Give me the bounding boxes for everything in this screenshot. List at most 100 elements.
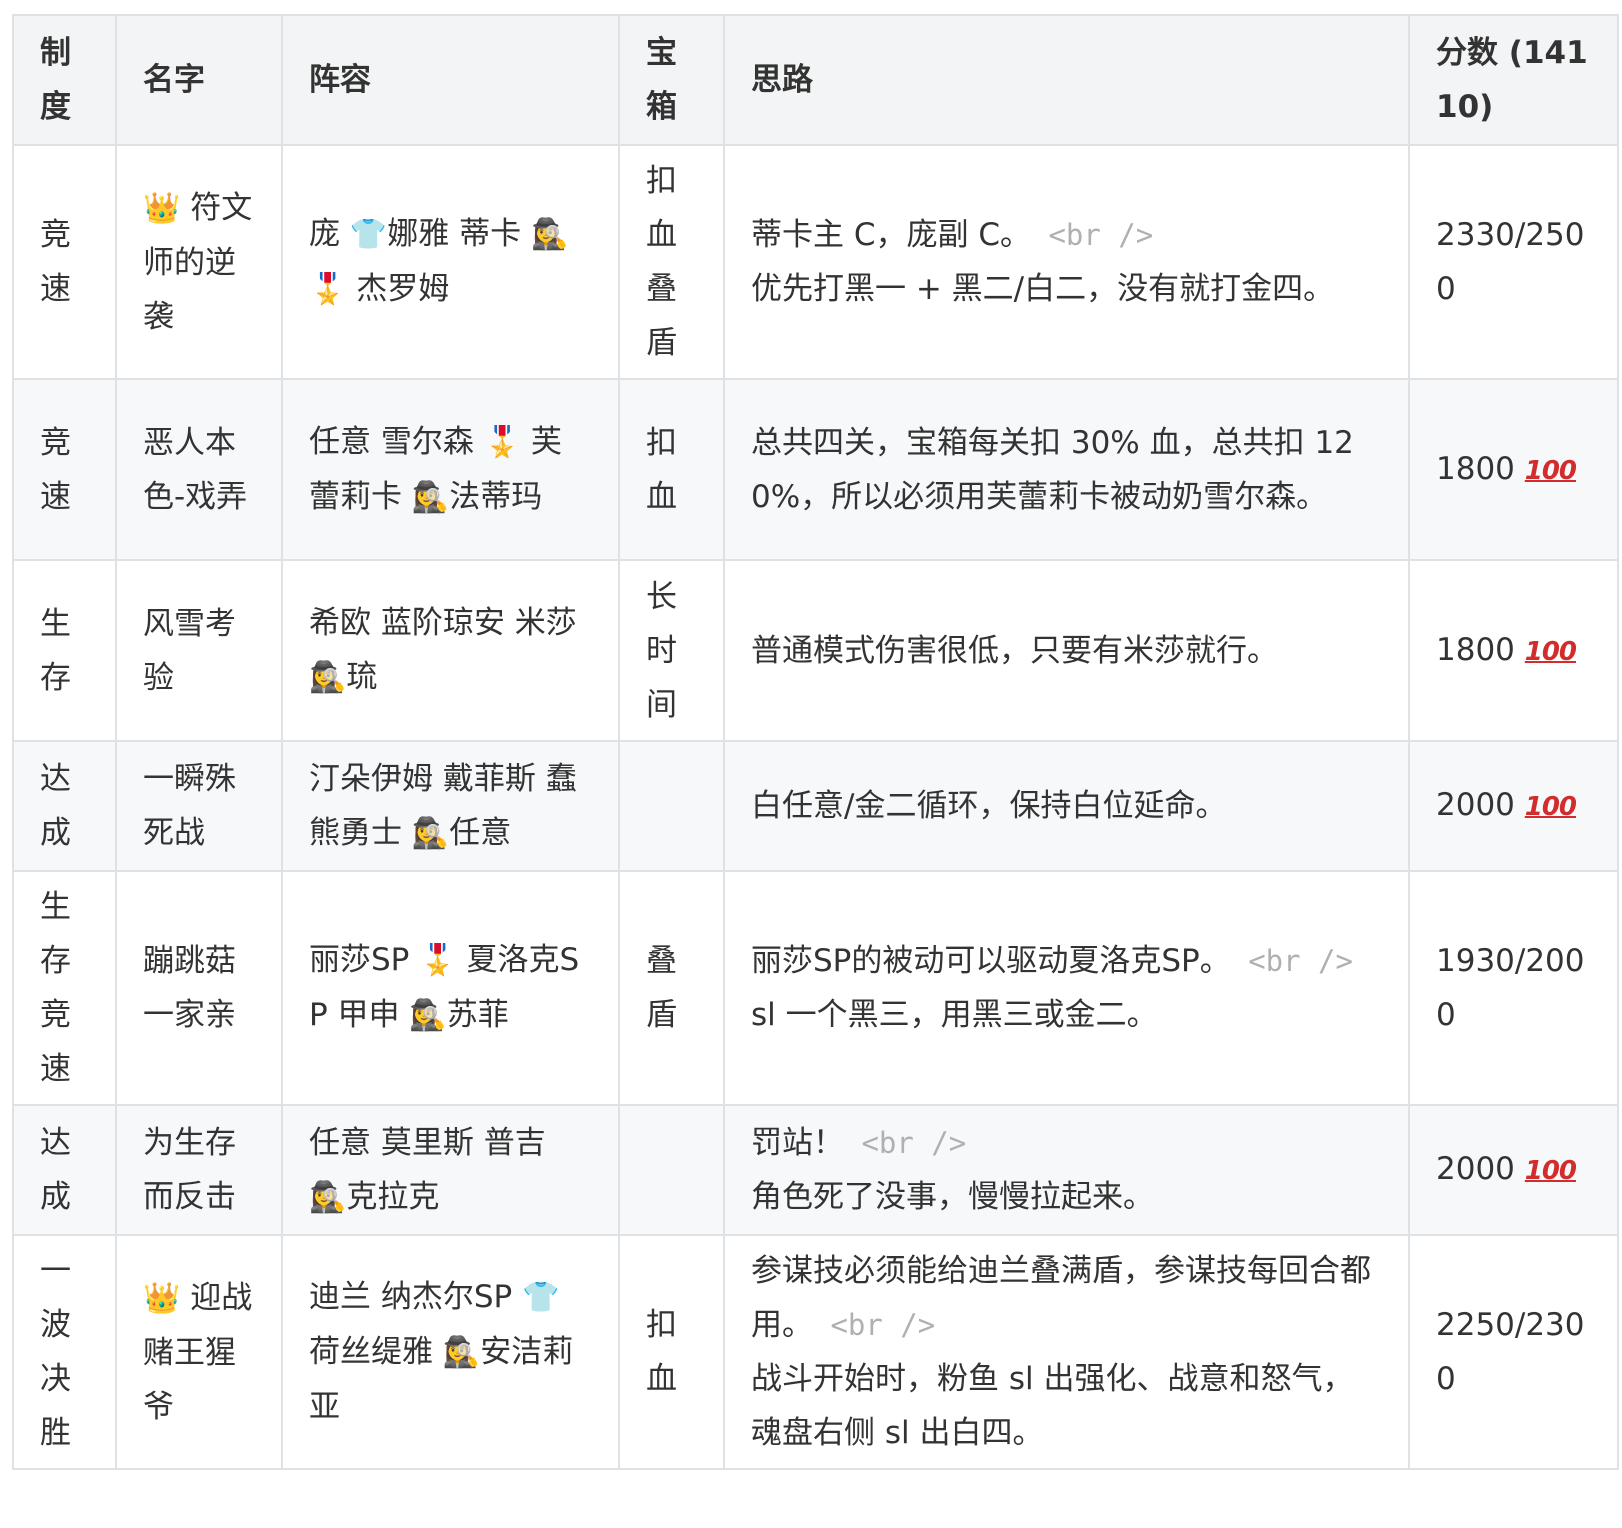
cell-system: 达成 bbox=[12, 1104, 117, 1236]
br-code-text: <br /> bbox=[844, 1126, 967, 1160]
score-value: 2330/2500 bbox=[1436, 217, 1585, 307]
cell-lineup: 丽莎SP 🎖️ 夏洛克SP 甲申 🕵️‍♀️苏菲 bbox=[281, 870, 620, 1106]
lineup-text: 法蒂玛 bbox=[449, 478, 543, 515]
table-row: 竞速 恶人本色-戏弄 任意 雪尔森 🎖️ 芙蕾莉卡 🕵️‍♀️法蒂玛 扣血 总共四关，宝… bbox=[12, 378, 1619, 561]
hundred-points-icon: 100 bbox=[1524, 1156, 1577, 1186]
cell-lineup: 庞 👕娜雅 蒂卡 🕵️‍♀️ 🎖️ 杰罗姆 bbox=[281, 144, 620, 380]
idea-line: sl 一个黑三，用黑三或金二。 bbox=[751, 997, 1158, 1033]
table-row: 达成 为生存而反击 任意 莫里斯 普吉 🕵️‍♀️克拉克 罚站！ <br /> 角色死了… bbox=[12, 1104, 1619, 1236]
cell-system: 竞速 bbox=[12, 378, 117, 561]
score-value: 2250/2300 bbox=[1436, 1307, 1585, 1397]
cell-name: 一瞬殊死战 bbox=[115, 740, 283, 872]
cell-lineup: 汀朵伊姆 戴菲斯 蠢熊勇士 🕵️‍♀️任意 bbox=[281, 740, 620, 872]
cell-idea: 总共四关，宝箱每关扣 30% 血，总共扣 120%，所以必须用芙蕾莉卡被动奶雪尔… bbox=[723, 378, 1410, 561]
lineup-text: 任意 莫里斯 普吉 bbox=[309, 1124, 546, 1161]
header-score: 分数 (14110) bbox=[1408, 14, 1619, 146]
cell-chest: 叠盾 bbox=[618, 870, 725, 1106]
cell-name: 恶人本色-戏弄 bbox=[115, 378, 283, 561]
stage-name: 蹦跳菇一家亲 bbox=[143, 943, 236, 1033]
cell-score: 2000 100 bbox=[1408, 1104, 1619, 1236]
crown-icon: 👑 bbox=[143, 190, 181, 226]
cell-lineup: 希欧 蓝阶琼安 米莎 🕵️‍♀️琉 bbox=[281, 559, 620, 742]
br-code-text: <br /> bbox=[813, 1308, 936, 1342]
detective-icon: 🕵️‍♀️ bbox=[309, 1179, 347, 1215]
score-value: 2000 bbox=[1436, 1151, 1525, 1187]
score-value: 2000 bbox=[1436, 787, 1525, 823]
lineup-text: 庞 bbox=[309, 216, 350, 252]
br-code-text: <br /> bbox=[1031, 218, 1154, 252]
lineup-text: 希欧 蓝阶琼安 米莎 bbox=[309, 605, 577, 641]
hundred-points-icon: 100 bbox=[1524, 455, 1577, 486]
cell-system: 生存竞速 bbox=[12, 870, 117, 1106]
lineup-text: 苏菲 bbox=[446, 997, 509, 1033]
cell-chest bbox=[618, 740, 725, 872]
stage-name: 一瞬殊死战 bbox=[143, 761, 236, 851]
medal-icon: 🎖️ bbox=[309, 272, 347, 307]
idea-line: 丽莎SP的被动可以驱动夏洛克SP。 bbox=[751, 943, 1231, 979]
cell-system: 生存 bbox=[12, 559, 117, 742]
cell-system: 一波决胜 bbox=[12, 1234, 117, 1470]
cell-score: 2250/2300 bbox=[1408, 1234, 1619, 1470]
table-row: 生存竞速 蹦跳菇一家亲 丽莎SP 🎖️ 夏洛克SP 甲申 🕵️‍♀️苏菲 叠盾 丽莎SP… bbox=[12, 870, 1619, 1106]
cell-chest: 扣血 bbox=[618, 378, 725, 561]
idea-line: 白任意/金二循环，保持白位延命。 bbox=[751, 788, 1227, 824]
header-chest: 宝箱 bbox=[618, 14, 725, 146]
cell-chest: 扣血 bbox=[618, 1234, 725, 1470]
stage-name: 为生存而反击 bbox=[143, 1125, 236, 1215]
stage-name: 恶人本色-戏弄 bbox=[143, 424, 248, 515]
cell-lineup: 任意 雪尔森 🎖️ 芙蕾莉卡 🕵️‍♀️法蒂玛 bbox=[281, 378, 620, 561]
cell-name: 风雪考验 bbox=[115, 559, 283, 742]
idea-line: 战斗开始时，粉鱼 sl 出强化、战意和怒气，魂盘右侧 sl 出白四。 bbox=[751, 1361, 1354, 1451]
table-row: 生存 风雪考验 希欧 蓝阶琼安 米莎 🕵️‍♀️琉 长时间 普通模式伤害很低，只要有米莎… bbox=[12, 559, 1619, 742]
idea-line: 普通模式伤害很低，只要有米莎就行。 bbox=[751, 632, 1278, 669]
cell-system: 竞速 bbox=[12, 144, 117, 380]
header-system: 制度 bbox=[12, 14, 117, 146]
detective-icon: 🕵️‍♀️ bbox=[411, 815, 450, 851]
cell-lineup: 迪兰 纳杰尔SP 👕 荷丝缇雅 🕵️‍♀️安洁莉亚 bbox=[281, 1234, 620, 1470]
header-lineup: 阵容 bbox=[281, 14, 620, 146]
strategy-table: 制度 名字 阵容 宝箱 思路 分数 (14110) 竞速 👑 符文师的逆袭庞 👕娜… bbox=[12, 14, 1619, 1470]
idea-line: 蒂卡主 C，庞副 C。 bbox=[751, 217, 1031, 253]
idea-line: 角色死了没事，慢慢拉起来。 bbox=[751, 1179, 1154, 1215]
shirt-icon: 👕 bbox=[349, 217, 388, 252]
score-value: 1930/2000 bbox=[1436, 943, 1585, 1033]
lineup-text: 任意 雪尔森 bbox=[309, 423, 484, 460]
cell-idea: 普通模式伤害很低，只要有米莎就行。 bbox=[723, 559, 1410, 742]
detective-icon: 🕵️‍♀️ bbox=[309, 660, 347, 695]
cell-name: 👑 迎战赌王猩爷 bbox=[115, 1234, 283, 1470]
lineup-text: 娜雅 蒂卡 bbox=[387, 216, 531, 252]
score-value: 1800 bbox=[1436, 631, 1525, 668]
cell-idea: 罚站！ <br /> 角色死了没事，慢慢拉起来。 bbox=[723, 1104, 1410, 1236]
cell-idea: 参谋技必须能给迪兰叠满盾，参谋技每回合都用。 <br /> 战斗开始时，粉鱼 sl… bbox=[723, 1234, 1410, 1470]
medal-icon: 🎖️ bbox=[419, 943, 457, 978]
hundred-points-icon: 100 bbox=[1524, 636, 1577, 667]
lineup-text: 荷丝缇雅 bbox=[309, 1334, 443, 1370]
cell-score: 2000 100 bbox=[1408, 740, 1619, 872]
br-code-text: <br /> bbox=[1230, 944, 1353, 978]
medal-icon: 🎖️ bbox=[483, 424, 522, 460]
cell-idea: 蒂卡主 C，庞副 C。 <br /> 优先打黑一 + 黑二/白二，没有就打金四。 bbox=[723, 144, 1410, 380]
cell-chest: 长时间 bbox=[618, 559, 725, 742]
header-idea: 思路 bbox=[723, 14, 1410, 146]
lineup-text: 杰罗姆 bbox=[346, 271, 450, 307]
cell-score: 1930/2000 bbox=[1408, 870, 1619, 1106]
lineup-text: 任意 bbox=[449, 814, 512, 851]
cell-idea: 丽莎SP的被动可以驱动夏洛克SP。 <br /> sl 一个黑三，用黑三或金二。 bbox=[723, 870, 1410, 1106]
idea-line: 罚站！ bbox=[751, 1125, 844, 1161]
detective-icon: 🕵️‍♀️ bbox=[411, 479, 450, 515]
lineup-text: 琉 bbox=[346, 659, 378, 695]
stage-name: 风雪考验 bbox=[143, 605, 236, 696]
table-row: 达成 一瞬殊死战 汀朵伊姆 戴菲斯 蠢熊勇士 🕵️‍♀️任意 白任意/金二循环，保持白… bbox=[12, 740, 1619, 872]
cell-score: 1800 100 bbox=[1408, 559, 1619, 742]
score-value: 1800 bbox=[1436, 450, 1525, 487]
table-row: 一波决胜 👑 迎战赌王猩爷 迪兰 纳杰尔SP 👕 荷丝缇雅 🕵️‍♀️安洁莉亚 扣血参… bbox=[12, 1234, 1619, 1470]
header-row: 制度 名字 阵容 宝箱 思路 分数 (14110) bbox=[12, 14, 1619, 146]
cell-chest bbox=[618, 1104, 725, 1236]
cell-idea: 白任意/金二循环，保持白位延命。 bbox=[723, 740, 1410, 872]
hundred-points-icon: 100 bbox=[1524, 792, 1577, 822]
idea-line: 优先打黑一 + 黑二/白二，没有就打金四。 bbox=[751, 271, 1335, 307]
detective-icon: 🕵️‍♀️ bbox=[530, 217, 569, 252]
lineup-text: 迪兰 纳杰尔SP bbox=[309, 1279, 523, 1315]
lineup-text: 丽莎SP bbox=[309, 942, 420, 978]
shirt-icon: 👕 bbox=[522, 1280, 560, 1315]
